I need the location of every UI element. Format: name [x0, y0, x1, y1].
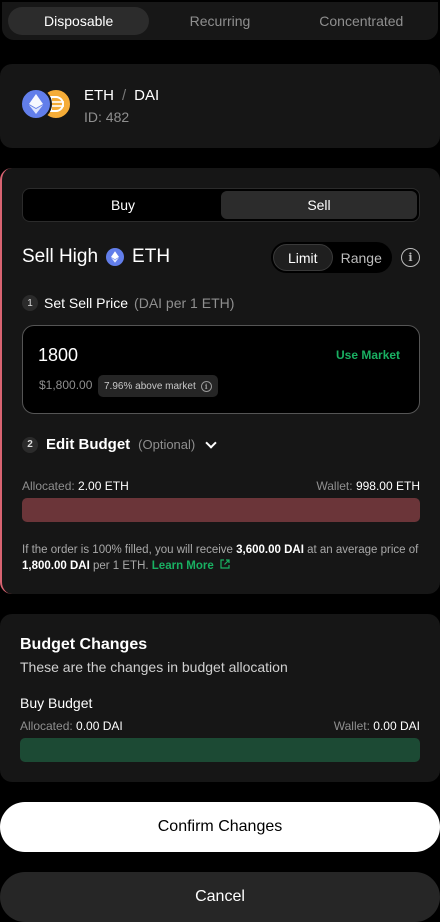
sell-price-input[interactable]: 1800	[38, 345, 78, 366]
buy-tab[interactable]: Buy	[25, 191, 221, 219]
note-avg-price: 1,800.00 DAI	[22, 560, 90, 572]
learn-more-link[interactable]: Learn More	[151, 559, 230, 572]
use-market-button[interactable]: Use Market	[336, 348, 400, 362]
order-heading-text: Sell High	[22, 246, 99, 267]
note-part-1: If the order is 100% filled, you will re…	[22, 544, 233, 556]
limit-tab[interactable]: Limit	[273, 244, 333, 271]
market-diff-badge: 7.96% above market i	[98, 375, 218, 397]
strategy-type-tabs: Disposable Recurring Concentrated	[2, 2, 438, 40]
pair-name: ETH / DAI	[84, 87, 159, 104]
step-number: 2	[22, 436, 38, 453]
wallet-label: Wallet:	[316, 479, 353, 493]
info-icon[interactable]: i	[401, 248, 420, 267]
sell-price-input-box[interactable]	[22, 325, 420, 414]
sell-tab[interactable]: Sell	[221, 191, 417, 219]
price-usd-value: $1,800.00	[39, 378, 93, 392]
allocated-value: 2.00 ETH	[78, 479, 129, 493]
pair-base: ETH	[84, 87, 114, 104]
order-token: ETH	[132, 246, 171, 267]
allocated-label: Allocated:	[22, 479, 75, 493]
step-2-label[interactable]: 2 Edit Budget (Optional)	[22, 436, 217, 453]
pair-token-icons	[20, 88, 76, 124]
learn-more-text: Learn More	[151, 560, 214, 572]
sell-wallet: Wallet: 998.00 ETH	[316, 479, 420, 493]
cancel-button[interactable]: Cancel	[0, 872, 440, 922]
confirm-changes-button[interactable]: Confirm Changes	[0, 802, 440, 852]
buy-budget-label: Buy Budget	[20, 695, 93, 711]
external-link-icon	[220, 559, 230, 569]
eth-icon	[20, 88, 52, 120]
note-receive-amount: 3,600.00 DAI	[236, 544, 304, 556]
chevron-down-icon[interactable]	[205, 436, 217, 449]
eth-icon	[106, 248, 125, 266]
limit-range-toggle: Limit Range	[271, 242, 392, 273]
sell-budget-slider[interactable]	[22, 498, 420, 522]
pair-quote: DAI	[134, 87, 160, 104]
info-icon[interactable]: i	[200, 380, 212, 392]
fill-summary-note: If the order is 100% filled, you will re…	[22, 542, 422, 574]
wallet-value: 998.00 ETH	[355, 479, 420, 493]
wallet-label: Wallet:	[333, 719, 370, 733]
tab-concentrated[interactable]: Concentrated	[291, 7, 432, 35]
wallet-value: 0.00 DAI	[373, 719, 420, 733]
allocated-value: 0.00 DAI	[76, 719, 123, 733]
market-diff-text: 7.96% above market	[104, 380, 196, 392]
buy-wallet: Wallet: 0.00 DAI	[334, 719, 420, 733]
step-2-title: Edit Budget	[46, 436, 131, 453]
buy-allocated: Allocated: 0.00 DAI	[20, 719, 123, 733]
budget-changes-subtitle: These are the changes in budget allocati…	[20, 659, 288, 675]
order-heading: Sell High ETH	[22, 246, 170, 268]
pair-separator: /	[122, 87, 127, 104]
note-part-3: per 1 ETH.	[92, 560, 149, 572]
allocated-label: Allocated:	[20, 719, 73, 733]
range-tab[interactable]: Range	[333, 244, 391, 271]
tab-recurring[interactable]: Recurring	[149, 7, 290, 35]
sell-allocated: Allocated: 2.00 ETH	[22, 479, 129, 493]
step-2-optional: (Optional)	[138, 437, 196, 452]
budget-changes-title: Budget Changes	[20, 636, 148, 653]
step-1-unit: (DAI per 1 ETH)	[134, 295, 235, 311]
step-1-label: 1 Set Sell Price (DAI per 1 ETH)	[22, 295, 234, 311]
tab-disposable[interactable]: Disposable	[8, 7, 150, 35]
buy-sell-toggle: Buy Sell	[22, 188, 420, 222]
pair-id: ID: 482	[84, 109, 130, 125]
step-number: 1	[22, 295, 38, 311]
note-part-2: at an average price of	[307, 544, 419, 556]
buy-budget-bar	[20, 738, 420, 762]
step-1-title: Set Sell Price	[44, 295, 129, 311]
